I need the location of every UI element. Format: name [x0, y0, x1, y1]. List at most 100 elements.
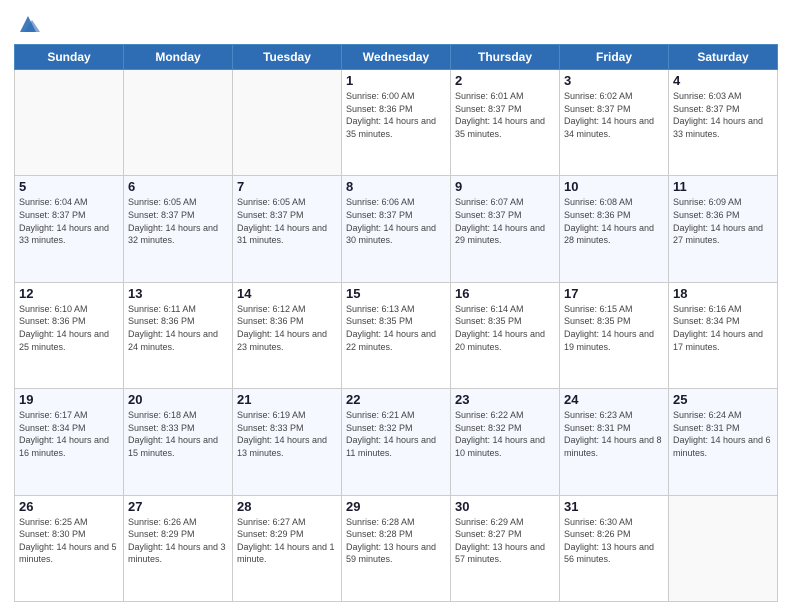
day-info: Sunrise: 6:15 AMSunset: 8:35 PMDaylight:…: [564, 303, 664, 353]
calendar-cell: 18Sunrise: 6:16 AMSunset: 8:34 PMDayligh…: [669, 282, 778, 388]
day-number: 11: [673, 179, 773, 194]
day-info: Sunrise: 6:18 AMSunset: 8:33 PMDaylight:…: [128, 409, 228, 459]
calendar-cell: 16 Sunrise: 6:14 AMSunset: 8:35 PMDayligh…: [451, 282, 560, 388]
day-info: Sunrise: 6:14 AMSunset: 8:35 PMDaylight:…: [455, 303, 555, 353]
day-info: Sunrise: 6:21 AMSunset: 8:32 PMDaylight:…: [346, 409, 446, 459]
calendar-cell: 20 Sunrise: 6:18 AMSunset: 8:33 PMDayligh…: [124, 389, 233, 495]
calendar-cell: 11 Sunrise: 6:09 AMSunset: 8:36 PMDayligh…: [669, 176, 778, 282]
weekday-header-sunday: Sunday: [15, 45, 124, 70]
calendar-cell: 24 Sunrise: 6:23 AMSunset: 8:31 PMDayligh…: [560, 389, 669, 495]
calendar-cell: 2Sunrise: 6:01 AMSunset: 8:37 PMDaylight…: [451, 70, 560, 176]
calendar-cell: 30Sunrise: 6:29 AMSunset: 8:27 PMDayligh…: [451, 495, 560, 601]
day-number: 10: [564, 179, 664, 194]
calendar-cell: 31 Sunrise: 6:30 AMSunset: 8:26 PMDayligh…: [560, 495, 669, 601]
day-number: 25: [673, 392, 773, 407]
weekday-header-tuesday: Tuesday: [233, 45, 342, 70]
calendar-cell: 12 Sunrise: 6:10 AMSunset: 8:36 PMDayligh…: [15, 282, 124, 388]
day-number: 22: [346, 392, 446, 407]
day-info: Sunrise: 6:00 AMSunset: 8:36 PMDaylight:…: [346, 90, 446, 140]
calendar-cell: 15 Sunrise: 6:13 AMSunset: 8:35 PMDayligh…: [342, 282, 451, 388]
logo: [14, 10, 45, 38]
calendar-cell: 17 Sunrise: 6:15 AMSunset: 8:35 PMDayligh…: [560, 282, 669, 388]
calendar-week-1: 1 Sunrise: 6:00 AMSunset: 8:36 PMDaylight…: [15, 70, 778, 176]
weekday-header-wednesday: Wednesday: [342, 45, 451, 70]
calendar-cell: 8 Sunrise: 6:06 AMSunset: 8:37 PMDaylight…: [342, 176, 451, 282]
day-number: 12: [19, 286, 119, 301]
calendar-cell: 4 Sunrise: 6:03 AMSunset: 8:37 PMDaylight…: [669, 70, 778, 176]
calendar-cell: [124, 70, 233, 176]
day-number: 4: [673, 73, 773, 88]
calendar-cell: 7 Sunrise: 6:05 AMSunset: 8:37 PMDaylight…: [233, 176, 342, 282]
calendar-cell: 29 Sunrise: 6:28 AMSunset: 8:28 PMDayligh…: [342, 495, 451, 601]
weekday-header-monday: Monday: [124, 45, 233, 70]
weekday-header-saturday: Saturday: [669, 45, 778, 70]
day-number: 19: [19, 392, 119, 407]
day-info: Sunrise: 6:08 AMSunset: 8:36 PMDaylight:…: [564, 196, 664, 246]
day-number: 29: [346, 499, 446, 514]
day-info: Sunrise: 6:13 AMSunset: 8:35 PMDaylight:…: [346, 303, 446, 353]
day-number: 17: [564, 286, 664, 301]
day-info: Sunrise: 6:11 AMSunset: 8:36 PMDaylight:…: [128, 303, 228, 353]
calendar-cell: 25 Sunrise: 6:24 AMSunset: 8:31 PMDayligh…: [669, 389, 778, 495]
day-number: 20: [128, 392, 228, 407]
calendar-cell: 14 Sunrise: 6:12 AMSunset: 8:36 PMDayligh…: [233, 282, 342, 388]
day-number: 24: [564, 392, 664, 407]
day-number: 18: [673, 286, 773, 301]
calendar-cell: 9 Sunrise: 6:07 AMSunset: 8:37 PMDaylight…: [451, 176, 560, 282]
calendar-cell: 13 Sunrise: 6:11 AMSunset: 8:36 PMDayligh…: [124, 282, 233, 388]
day-number: 5: [19, 179, 119, 194]
day-info: Sunrise: 6:27 AMSunset: 8:29 PMDaylight:…: [237, 516, 337, 566]
calendar-cell: 6Sunrise: 6:05 AMSunset: 8:37 PMDaylight…: [124, 176, 233, 282]
day-info: Sunrise: 6:07 AMSunset: 8:37 PMDaylight:…: [455, 196, 555, 246]
calendar-cell: 26 Sunrise: 6:25 AMSunset: 8:30 PMDayligh…: [15, 495, 124, 601]
calendar-cell: [15, 70, 124, 176]
day-info: Sunrise: 6:02 AMSunset: 8:37 PMDaylight:…: [564, 90, 664, 140]
day-info: Sunrise: 6:25 AMSunset: 8:30 PMDaylight:…: [19, 516, 119, 566]
day-number: 23: [455, 392, 555, 407]
day-info: Sunrise: 6:19 AMSunset: 8:33 PMDaylight:…: [237, 409, 337, 459]
calendar-week-3: 12 Sunrise: 6:10 AMSunset: 8:36 PMDayligh…: [15, 282, 778, 388]
day-info: Sunrise: 6:04 AMSunset: 8:37 PMDaylight:…: [19, 196, 119, 246]
weekday-header-row: SundayMondayTuesdayWednesdayThursdayFrid…: [15, 45, 778, 70]
day-number: 9: [455, 179, 555, 194]
calendar-cell: 23Sunrise: 6:22 AMSunset: 8:32 PMDayligh…: [451, 389, 560, 495]
calendar-cell: 28 Sunrise: 6:27 AMSunset: 8:29 PMDayligh…: [233, 495, 342, 601]
day-number: 31: [564, 499, 664, 514]
day-info: Sunrise: 6:17 AMSunset: 8:34 PMDaylight:…: [19, 409, 119, 459]
weekday-header-thursday: Thursday: [451, 45, 560, 70]
day-info: Sunrise: 6:28 AMSunset: 8:28 PMDaylight:…: [346, 516, 446, 566]
day-number: 14: [237, 286, 337, 301]
calendar-cell: [669, 495, 778, 601]
day-number: 15: [346, 286, 446, 301]
logo-icon: [14, 10, 42, 38]
day-number: 16: [455, 286, 555, 301]
calendar-week-5: 26 Sunrise: 6:25 AMSunset: 8:30 PMDayligh…: [15, 495, 778, 601]
day-info: Sunrise: 6:24 AMSunset: 8:31 PMDaylight:…: [673, 409, 773, 459]
day-info: Sunrise: 6:12 AMSunset: 8:36 PMDaylight:…: [237, 303, 337, 353]
day-info: Sunrise: 6:10 AMSunset: 8:36 PMDaylight:…: [19, 303, 119, 353]
day-number: 26: [19, 499, 119, 514]
calendar-table: SundayMondayTuesdayWednesdayThursdayFrid…: [14, 44, 778, 602]
day-info: Sunrise: 6:23 AMSunset: 8:31 PMDaylight:…: [564, 409, 664, 459]
page: SundayMondayTuesdayWednesdayThursdayFrid…: [0, 0, 792, 612]
day-number: 7: [237, 179, 337, 194]
calendar-cell: 1 Sunrise: 6:00 AMSunset: 8:36 PMDaylight…: [342, 70, 451, 176]
day-info: Sunrise: 6:03 AMSunset: 8:37 PMDaylight:…: [673, 90, 773, 140]
day-info: Sunrise: 6:06 AMSunset: 8:37 PMDaylight:…: [346, 196, 446, 246]
day-info: Sunrise: 6:26 AMSunset: 8:29 PMDaylight:…: [128, 516, 228, 566]
calendar-week-2: 5 Sunrise: 6:04 AMSunset: 8:37 PMDaylight…: [15, 176, 778, 282]
calendar-cell: 10 Sunrise: 6:08 AMSunset: 8:36 PMDayligh…: [560, 176, 669, 282]
header: [14, 10, 778, 38]
day-number: 28: [237, 499, 337, 514]
calendar-cell: [233, 70, 342, 176]
calendar-cell: 22 Sunrise: 6:21 AMSunset: 8:32 PMDayligh…: [342, 389, 451, 495]
day-info: Sunrise: 6:09 AMSunset: 8:36 PMDaylight:…: [673, 196, 773, 246]
day-number: 13: [128, 286, 228, 301]
day-info: Sunrise: 6:30 AMSunset: 8:26 PMDaylight:…: [564, 516, 664, 566]
day-info: Sunrise: 6:29 AMSunset: 8:27 PMDaylight:…: [455, 516, 555, 566]
day-number: 8: [346, 179, 446, 194]
day-number: 6: [128, 179, 228, 194]
day-info: Sunrise: 6:05 AMSunset: 8:37 PMDaylight:…: [237, 196, 337, 246]
day-number: 1: [346, 73, 446, 88]
day-number: 2: [455, 73, 555, 88]
